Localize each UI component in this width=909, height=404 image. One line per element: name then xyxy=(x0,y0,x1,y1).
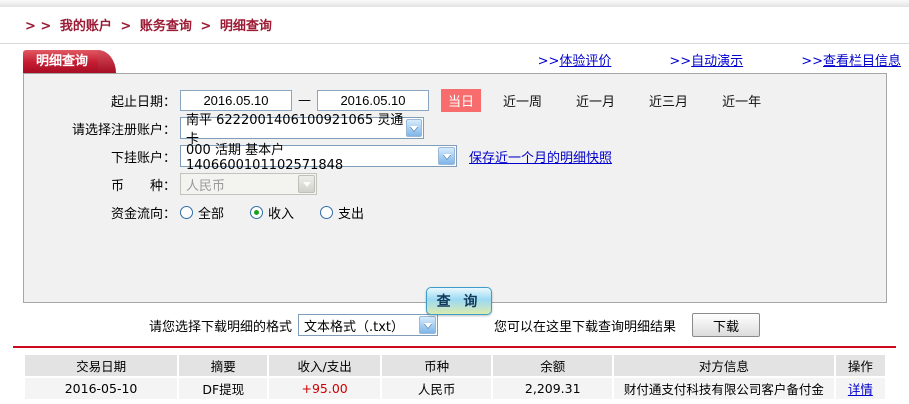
chevron-down-icon[interactable] xyxy=(405,119,422,137)
col-header-summary: 摘要 xyxy=(179,355,268,376)
quick-range-week[interactable]: 近一周 xyxy=(503,91,542,110)
divider xyxy=(0,43,909,44)
chevron-down-icon[interactable] xyxy=(438,147,455,165)
col-header-date: 交易日期 xyxy=(25,355,178,376)
download-format-select[interactable]: 文本格式（.txt） xyxy=(298,314,438,336)
currency-value: 人民币 xyxy=(186,178,226,194)
sub-account-label: 下挂账户： xyxy=(110,150,176,166)
download-row: 请您选择下载明细的格式 文本格式（.txt） 您可以在这里下载查询明细结果 下载 xyxy=(0,312,909,338)
today-badge[interactable]: 当日 xyxy=(441,88,482,112)
chevron-down-icon xyxy=(298,175,315,193)
top-gradient-strip xyxy=(0,0,909,7)
breadcrumb-item-account-query[interactable]: 账务查询 xyxy=(140,19,192,34)
radio-icon[interactable] xyxy=(320,205,334,219)
flow-option-expense-label: 支出 xyxy=(338,206,365,222)
download-button[interactable]: 下载 xyxy=(692,313,761,337)
cell-date: 2016-05-10 xyxy=(25,378,178,399)
download-format-label: 请您选择下载明细的格式 xyxy=(148,319,292,335)
radio-icon[interactable] xyxy=(180,205,193,219)
radio-checked-icon[interactable] xyxy=(250,205,264,219)
flow-option-all[interactable]: 全部 xyxy=(180,203,224,222)
flow-option-expense[interactable]: 支出 xyxy=(320,203,364,222)
cell-action: 详情 xyxy=(835,378,885,399)
flow-radio-group: 全部 收入 支出 xyxy=(180,203,364,222)
quick-range-year[interactable]: 近一年 xyxy=(722,91,761,110)
quick-range-month[interactable]: 近一月 xyxy=(576,91,615,110)
transaction-table: 交易日期 摘要 收入/支出 币种 余额 对方信息 操作 2016-05-10 D… xyxy=(23,353,887,401)
flow-option-income-label: 收入 xyxy=(268,206,295,222)
date-range-row: 起止日期： — 当日 近一周 近一月 近三月 近一年 xyxy=(24,88,886,112)
currency-label: 币 种： xyxy=(110,178,176,194)
tab-detail-query: 明细查询 xyxy=(23,50,117,73)
sub-account-row: 下挂账户： 000 活期 基本户 1406600101102571848 保存近… xyxy=(24,143,886,173)
save-snapshot-link[interactable]: 保存近一个月的明细快照 xyxy=(469,147,612,166)
table-header-row: 交易日期 摘要 收入/支出 币种 余额 对方信息 操作 xyxy=(25,355,885,376)
query-form-panel: 起止日期： — 当日 近一周 近一月 近三月 近一年 请选择注册账户： 南平 6… xyxy=(23,73,887,315)
query-button[interactable]: 查 询 xyxy=(426,287,492,315)
sub-account-value: 000 活期 基本户 1406600101102571848 xyxy=(186,143,344,173)
col-header-balance: 余额 xyxy=(493,355,612,376)
register-account-row: 请选择注册账户： 南平 6222001406100921065 灵通卡 xyxy=(24,113,886,147)
cell-balance: 2,209.31 xyxy=(493,378,612,399)
breadcrumb-item-detail-query[interactable]: 明细查询 xyxy=(220,19,272,34)
currency-row: 币 种： 人民币 xyxy=(24,173,886,195)
quick-range-quarter[interactable]: 近三月 xyxy=(649,91,688,110)
col-header-action: 操作 xyxy=(835,355,885,376)
link-auto-demo[interactable]: >>自动演示 xyxy=(669,50,743,69)
col-header-amount: 收入/支出 xyxy=(269,355,380,376)
date-range-label: 起止日期： xyxy=(110,94,176,110)
date-to-input[interactable] xyxy=(317,89,429,111)
date-from-input[interactable] xyxy=(180,89,292,111)
flow-option-all-label: 全部 xyxy=(198,206,225,222)
download-format-value: 文本格式（.txt） xyxy=(304,319,405,335)
breadcrumb-item-my-account[interactable]: 我的账户 xyxy=(60,19,112,34)
currency-select-disabled: 人民币 xyxy=(180,173,317,195)
flow-option-income[interactable]: 收入 xyxy=(250,203,294,222)
cell-summary: DF提现 xyxy=(179,378,268,399)
table-top-red-line xyxy=(13,346,896,348)
download-hint: 您可以在这里下载查询明细结果 xyxy=(494,319,677,335)
page-title: 明细查询 xyxy=(36,54,89,69)
breadcrumb-separator: > xyxy=(200,19,212,34)
section-header: 明细查询 >>体验评价 >>自动演示 >>查看栏目信息 xyxy=(0,50,909,73)
date-dash: — xyxy=(298,92,311,108)
cell-amount: +95.00 xyxy=(269,378,380,399)
link-view-column-info[interactable]: >>查看栏目信息 xyxy=(801,50,901,69)
tab-tail-decoration xyxy=(98,50,117,73)
col-header-counterparty: 对方信息 xyxy=(613,355,834,376)
top-links: >>体验评价 >>自动演示 >>查看栏目信息 xyxy=(538,50,909,73)
flow-direction-row: 资金流向： 全部 收入 支出 xyxy=(24,201,886,223)
breadcrumb: > > 我的账户 > 账务查询 > 明细查询 xyxy=(0,7,909,40)
breadcrumb-prefix: > > xyxy=(25,19,52,34)
register-account-select[interactable]: 南平 6222001406100921065 灵通卡 xyxy=(180,113,424,147)
col-header-currency: 币种 xyxy=(381,355,492,376)
register-account-label: 请选择注册账户： xyxy=(71,122,176,138)
quick-range-links: 近一周 近一月 近三月 近一年 xyxy=(503,91,761,110)
flow-direction-label: 资金流向： xyxy=(110,206,176,222)
chevron-down-icon[interactable] xyxy=(419,316,436,334)
table-row: 2016-05-10 DF提现 +95.00 人民币 2,209.31 财付通支… xyxy=(25,378,885,399)
cell-counterparty: 财付通支付科技有限公司客户备付金 xyxy=(613,378,834,399)
sub-account-select[interactable]: 000 活期 基本户 1406600101102571848 xyxy=(180,143,457,173)
detail-query-page: > > 我的账户 > 账务查询 > 明细查询 明细查询 >>体验评价 >>自动演… xyxy=(0,0,909,404)
breadcrumb-separator: > xyxy=(120,19,132,34)
detail-link[interactable]: 详情 xyxy=(848,382,873,397)
link-experience-rating[interactable]: >>体验评价 xyxy=(538,50,612,69)
cell-currency: 人民币 xyxy=(381,378,492,399)
